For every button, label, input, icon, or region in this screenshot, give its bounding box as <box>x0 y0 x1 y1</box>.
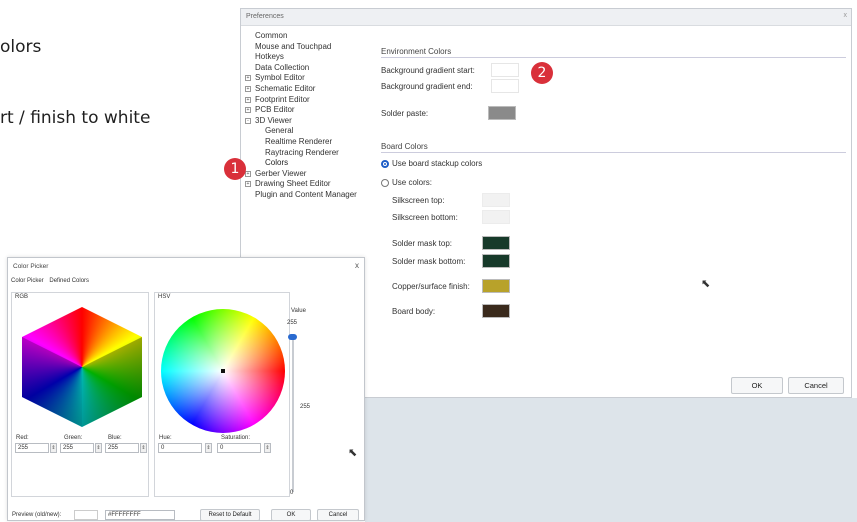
ok-button[interactable]: OK <box>731 377 783 394</box>
picker-ok-button[interactable]: OK <box>271 509 311 521</box>
bg-start-label: Background gradient start: <box>381 66 475 75</box>
tab-color-picker[interactable]: Color Picker <box>11 278 44 284</box>
environment-colors-heading: Environment Colors <box>381 47 846 58</box>
tree-item-footprint-editor[interactable]: + Footprint Editor <box>241 95 371 106</box>
value-bottom: 0 <box>290 490 294 496</box>
solder-paste-label: Solder paste: <box>381 109 429 118</box>
silk-top-label: Silkscreen top: <box>392 196 445 205</box>
mask-bottom-swatch <box>482 254 510 268</box>
green-input[interactable]: 255 <box>60 443 94 453</box>
expand-icon[interactable]: + <box>245 170 251 177</box>
blue-spin-icon[interactable]: ⇕ <box>140 443 147 453</box>
hsv-panel: HSV Hue: Saturation: 0 ⇕ 0 ⇕ <box>154 292 290 497</box>
color-picker-dialog: Color Picker x Color Picker Defined Colo… <box>7 257 365 521</box>
mask-bottom-label: Solder mask bottom: <box>392 257 466 266</box>
preview-swatch <box>74 510 98 520</box>
body-swatch <box>482 304 510 318</box>
tree-item-mouse[interactable]: Mouse and Touchpad <box>241 42 371 53</box>
red-label: Red: <box>16 435 29 441</box>
tab-defined-colors[interactable]: Defined Colors <box>49 278 89 284</box>
tree-item-hotkeys[interactable]: Hotkeys <box>241 52 371 63</box>
cancel-button[interactable]: Cancel <box>788 377 844 394</box>
tree-item-3d-viewer[interactable]: -3D Viewer <box>241 116 371 127</box>
hue-label: Hue: <box>159 435 172 441</box>
picker-cancel-button[interactable]: Cancel <box>317 509 359 521</box>
tree-item-raytracing-renderer[interactable]: Raytracing Renderer <box>241 148 371 159</box>
step-badge-2: 2 <box>531 62 553 84</box>
hsv-label: HSV <box>158 294 171 300</box>
close-icon[interactable]: x <box>355 261 359 270</box>
value-mid: 255 <box>300 404 311 410</box>
tree-item-general[interactable]: General <box>241 126 371 137</box>
tree-item-data-collection[interactable]: Data Collection <box>241 63 371 74</box>
saturation-label: Saturation: <box>221 435 251 441</box>
value-slider-track[interactable] <box>292 334 294 492</box>
tree-item-symbol-editor[interactable]: + Symbol Editor <box>241 73 371 84</box>
board-colors-heading: Board Colors <box>381 142 846 153</box>
step-badge-1: 1 <box>224 158 246 180</box>
use-colors-label: Use colors: <box>392 178 433 187</box>
bg-end-swatch[interactable] <box>491 79 519 93</box>
solder-paste-swatch[interactable] <box>488 106 516 120</box>
saturation-input[interactable]: 0 <box>217 443 261 453</box>
blue-input[interactable]: 255 <box>105 443 139 453</box>
rgb-panel: RGB Red: Green: Blue: 255 ⇕ 255 ⇕ 255 ⇕ <box>11 292 149 497</box>
expand-icon[interactable]: + <box>245 107 251 114</box>
tree-item-drawing-sheet-editor[interactable]: + Drawing Sheet Editor <box>241 179 371 190</box>
silk-bottom-swatch <box>482 210 510 224</box>
tree-item-common[interactable]: Common <box>241 31 371 42</box>
mouse-cursor-icon: ⬉ <box>348 447 358 459</box>
blue-label: Blue: <box>108 435 122 441</box>
background-panel <box>365 398 857 522</box>
preferences-content: Environment Colors Background gradient s… <box>376 27 851 397</box>
tree-item-plugin-manager[interactable]: Plugin and Content Manager <box>241 190 371 201</box>
silk-top-swatch <box>482 193 510 207</box>
tree-item-gerber-viewer[interactable]: + Gerber Viewer <box>241 169 371 180</box>
hue-input[interactable]: 0 <box>158 443 202 453</box>
slide-text-line2: rt / finish to white <box>0 108 151 128</box>
color-picker-title: Color Picker <box>13 263 49 270</box>
copper-label: Copper/surface finish: <box>392 282 470 291</box>
use-stackup-label: Use board stackup colors <box>392 159 483 168</box>
reset-to-default-button[interactable]: Reset to Default <box>200 509 260 521</box>
tree-item-pcb-editor[interactable]: + PCB Editor <box>241 105 371 116</box>
collapse-icon[interactable]: - <box>245 117 251 124</box>
wheel-selector-icon[interactable] <box>221 369 225 373</box>
expand-icon[interactable]: + <box>245 181 251 188</box>
preferences-title: Preferences <box>246 13 284 20</box>
value-slider-handle[interactable] <box>288 334 297 340</box>
preferences-titlebar: Preferences x <box>241 9 851 26</box>
expand-icon[interactable]: + <box>245 96 251 103</box>
hue-spin-icon[interactable]: ⇕ <box>205 443 212 453</box>
hex-input[interactable]: #FFFFFFFF <box>105 510 175 520</box>
slide-text-line1: olors <box>0 37 42 57</box>
body-label: Board body: <box>392 307 436 316</box>
red-spin-icon[interactable]: ⇕ <box>50 443 57 453</box>
tree-item-schematic-editor[interactable]: + Schematic Editor <box>241 84 371 95</box>
red-input[interactable]: 255 <box>15 443 49 453</box>
mask-top-label: Solder mask top: <box>392 239 453 248</box>
use-colors-radio[interactable] <box>381 179 389 187</box>
color-picker-tabs: Color Picker Defined Colors <box>11 278 93 284</box>
copper-swatch <box>482 279 510 293</box>
green-spin-icon[interactable]: ⇕ <box>95 443 102 453</box>
value-top: 255 <box>287 320 298 326</box>
tree-item-realtime-renderer[interactable]: Realtime Renderer <box>241 137 371 148</box>
mask-top-swatch <box>482 236 510 250</box>
green-label: Green: <box>64 435 83 441</box>
tree-item-colors[interactable]: Colors <box>241 158 371 169</box>
saturation-spin-icon[interactable]: ⇕ <box>264 443 271 453</box>
preview-label: Preview (old/new): <box>12 512 62 518</box>
close-icon[interactable]: x <box>844 12 848 19</box>
rgb-label: RGB <box>15 294 29 300</box>
mouse-cursor-icon: ⬉ <box>701 278 711 290</box>
bg-end-label: Background gradient end: <box>381 82 473 91</box>
silk-bottom-label: Silkscreen bottom: <box>392 213 458 222</box>
expand-icon[interactable]: + <box>245 85 251 92</box>
expand-icon[interactable]: + <box>245 75 251 82</box>
bg-start-swatch[interactable] <box>491 63 519 77</box>
use-stackup-radio[interactable] <box>381 160 389 168</box>
value-label: Value <box>291 308 306 314</box>
